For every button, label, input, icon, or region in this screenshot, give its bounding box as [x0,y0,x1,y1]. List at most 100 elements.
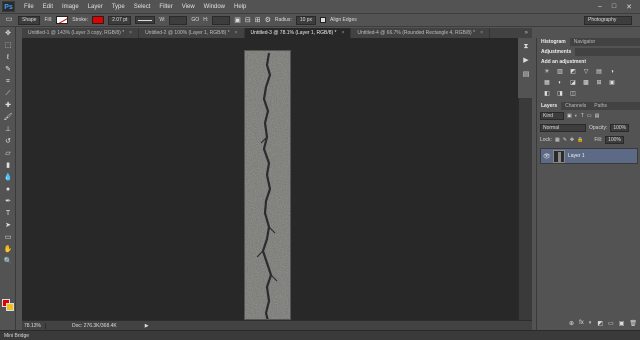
quick-select-tool-icon[interactable]: ✎ [2,65,14,75]
tab-layers[interactable]: Layers [537,102,562,110]
lock-position-icon[interactable]: ✥ [570,137,574,143]
photo-filter-icon[interactable]: ◪ [568,79,578,87]
curves-icon[interactable]: ◩ [568,68,578,76]
gear-icon[interactable]: ⚙ [265,16,271,24]
lock-all-icon[interactable]: 🔒 [577,137,583,143]
brush-tool-icon[interactable]: 🖌 [2,113,14,123]
tab-histogram[interactable]: Histogram [537,38,570,46]
filter-adjust-icon[interactable]: ◐ [575,113,578,119]
filter-smart-icon[interactable]: ▤ [595,113,600,119]
tab-adjustments[interactable]: Adjustments [537,48,576,56]
color-lookup-icon[interactable]: ⊞ [594,79,604,87]
crop-tool-icon[interactable]: ⌗ [2,77,14,87]
dodge-tool-icon[interactable]: ● [2,185,14,195]
eye-icon[interactable]: 👁 [543,153,551,160]
posterize-icon[interactable]: ◧ [542,90,552,98]
menu-edit[interactable]: Edit [43,4,53,10]
tab-channels[interactable]: Channels [561,102,590,110]
minimize-button[interactable]: – [598,3,602,11]
gradient-map-icon[interactable]: ◫ [568,90,578,98]
tabs-overflow-button[interactable]: » [525,28,532,38]
lasso-tool-icon[interactable]: ℓ [2,53,14,63]
eyedropper-tool-icon[interactable]: ⟋ [2,89,14,99]
tab-paths[interactable]: Paths [590,102,611,110]
height-input[interactable] [212,15,231,25]
filter-type-icon[interactable]: T [581,113,584,119]
zoom-level[interactable]: 78.13% [22,322,46,329]
menu-help[interactable]: Help [234,4,246,10]
path-ops-icon[interactable]: ▣ [234,16,241,24]
menu-file[interactable]: File [24,4,34,10]
path-arrange-icon[interactable]: ⊞ [255,16,261,24]
close-button[interactable]: ✕ [626,3,632,11]
levels-icon[interactable]: ▥ [555,68,565,76]
hand-tool-icon[interactable]: ✋ [2,245,14,255]
blur-tool-icon[interactable]: 💧 [2,173,14,183]
properties-icon[interactable]: ▤ [521,70,531,80]
layer-row[interactable]: 👁 Layer 1 [540,148,638,164]
tool-mode-select[interactable]: Shape [18,15,41,25]
history-brush-tool-icon[interactable]: ↺ [2,137,14,147]
stamp-tool-icon[interactable]: ⊥ [2,125,14,135]
color-balance-icon[interactable]: ▦ [542,79,552,87]
actions-icon[interactable]: ▶ [521,56,531,66]
menu-filter[interactable]: Filter [159,4,172,10]
width-input[interactable] [169,15,188,25]
black-white-icon[interactable]: ◐ [555,79,565,87]
channel-mixer-icon[interactable]: ▩ [581,79,591,87]
status-menu-arrow-icon[interactable]: ▶ [145,323,149,329]
shape-tool-icon-toolbox[interactable]: ▭ [2,233,14,243]
new-group-icon[interactable]: ▭ [608,320,614,328]
menu-layer[interactable]: Layer [88,4,103,10]
link-label[interactable]: GO [191,17,199,23]
kind-filter-select[interactable]: Kind [540,112,564,120]
mini-bridge-tab[interactable]: Mini Bridge [0,330,640,340]
stroke-style-select[interactable] [135,16,156,24]
hue-saturation-icon[interactable]: ◑ [607,68,617,76]
move-tool-icon[interactable]: ✥ [2,29,14,39]
radius-input[interactable]: 10 px [295,15,317,25]
tab-untitled-2[interactable]: Untitled-2 @ 100% (Layer 1, RGB/8) * × [139,28,245,38]
menu-window[interactable]: Window [204,4,225,10]
tab-navigator[interactable]: Navigator [570,38,599,46]
tab-untitled-1[interactable]: Untitled-1 @ 143% (Layer 3 copy, RGB/8) … [22,28,140,38]
fill-swatch[interactable] [56,16,69,24]
threshold-icon[interactable]: ◨ [555,90,565,98]
filter-pixel-icon[interactable]: ▣ [567,113,572,119]
menu-image[interactable]: Image [62,4,79,10]
vibrance-icon[interactable]: ▤ [594,68,604,76]
pen-tool-icon[interactable]: ✒ [2,197,14,207]
background-color-swatch[interactable] [6,303,14,311]
menu-view[interactable]: View [182,4,195,10]
shape-tool-icon[interactable]: ▭ [4,15,14,25]
workspace-select[interactable]: Photography [584,16,632,25]
stroke-width-input[interactable]: 2.07 pt [108,15,132,25]
invert-icon[interactable]: ▣ [607,79,617,87]
stroke-swatch[interactable] [92,16,105,24]
opacity-input[interactable]: 100% [610,124,630,132]
maximize-button[interactable]: □ [612,3,616,11]
gradient-tool-icon[interactable]: ▮ [2,161,14,171]
lock-transparency-icon[interactable]: ▦ [555,137,560,143]
menu-type[interactable]: Type [112,4,125,10]
fill-input[interactable]: 100% [605,136,624,144]
link-layers-icon[interactable]: ⊕ [569,320,574,328]
layer-style-icon[interactable]: fx [579,320,584,328]
layer-name[interactable]: Layer 1 [568,153,585,159]
filter-shape-icon[interactable]: ▭ [587,113,592,119]
exposure-icon[interactable]: ▽ [581,68,591,76]
brightness-icon[interactable]: ☀ [542,68,552,76]
menu-select[interactable]: Select [134,4,151,10]
zoom-tool-icon[interactable]: 🔍 [2,257,14,267]
add-mask-icon[interactable]: ◐ [589,320,593,328]
lock-pixels-icon[interactable]: ✎ [563,137,567,143]
trash-icon[interactable]: 🗑 [629,320,637,328]
healing-tool-icon[interactable]: ✚ [2,101,14,111]
new-layer-icon[interactable]: ▣ [619,320,625,328]
blend-mode-select[interactable]: Normal [540,124,586,132]
marquee-tool-icon[interactable]: ⬚ [2,41,14,51]
path-align-icon[interactable]: ⊟ [245,16,251,24]
path-select-tool-icon[interactable]: ➤ [2,221,14,231]
tab-untitled-4[interactable]: Untitled-4 @ 66.7% (Rounded Rectangle 4,… [351,28,490,38]
eraser-tool-icon[interactable]: ▱ [2,149,14,159]
